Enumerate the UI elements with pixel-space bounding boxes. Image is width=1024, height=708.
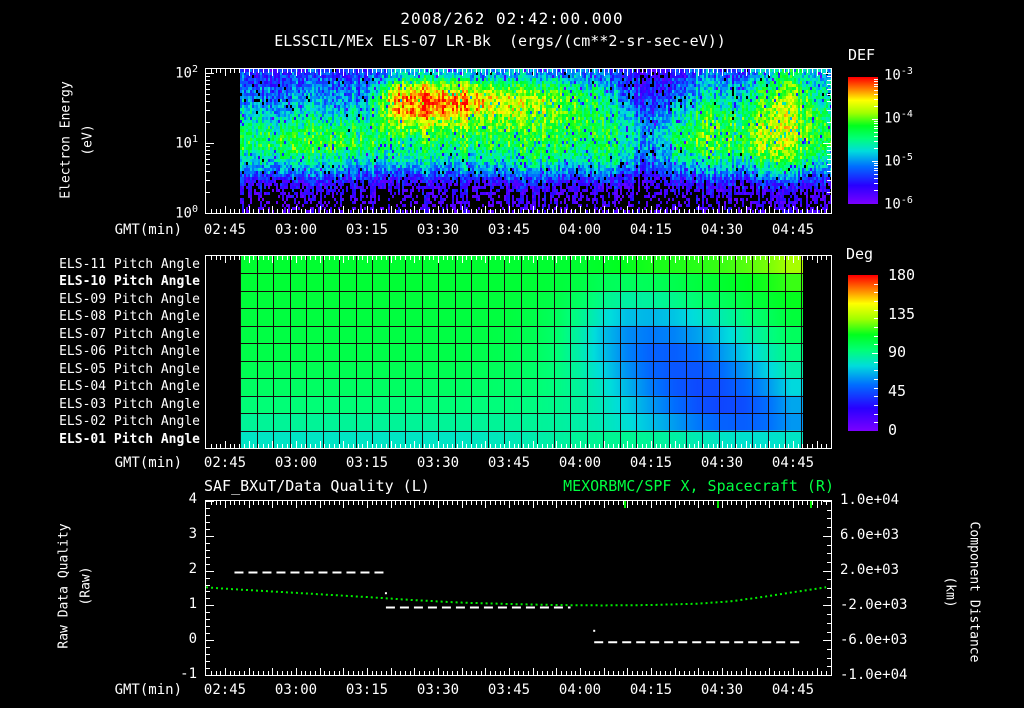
def-colorbar <box>848 77 878 204</box>
time-tick: 04:00 <box>558 682 602 698</box>
distance-tick-neg1e4: -1.0e+04 <box>840 667 908 683</box>
row-label-els11: ELS-11 Pitch Angle <box>59 257 200 272</box>
quality-plot-title-left: SAF_BXuT/Data Quality (L) <box>204 477 430 495</box>
time-tick: 04:15 <box>629 682 673 698</box>
quality-tick-1: 1 <box>188 596 197 612</box>
deg-tick-45: 45 <box>888 382 907 400</box>
quality-y-axis-label: Raw Data Quality <box>56 523 72 649</box>
time-tick: 04:30 <box>700 455 744 471</box>
row-label-els06: ELS-06 Pitch Angle <box>59 344 200 359</box>
time-tick: 04:30 <box>700 222 744 238</box>
quality-plot-title-right: MEXORBMC/SPF X, Spacecraft (R) <box>563 477 834 495</box>
deg-tick-0: 0 <box>888 421 898 439</box>
time-tick: 04:45 <box>771 682 815 698</box>
distance-tick-neg6e3: -6.0e+03 <box>840 632 908 648</box>
row-label-els05: ELS-05 Pitch Angle <box>59 362 200 377</box>
row-label-els09: ELS-09 Pitch Angle <box>59 292 200 307</box>
time-tick: 03:45 <box>487 455 531 471</box>
time-tick: 04:15 <box>629 222 673 238</box>
quality-tick-3: 3 <box>188 526 197 542</box>
distance-tick-6e3: 6.0e+03 <box>840 527 900 543</box>
time-tick: 02:45 <box>203 455 247 471</box>
spectrogram-y-axis-units: (eV) <box>80 124 96 156</box>
def-tick-1e-4: 10-4 <box>884 109 913 127</box>
time-tick: 03:45 <box>487 222 531 238</box>
gmt-axis-label: GMT(min) <box>114 455 182 471</box>
deg-tick-180: 180 <box>888 266 916 284</box>
time-tick: 04:45 <box>771 455 815 471</box>
time-tick: 03:15 <box>345 455 389 471</box>
energy-tick-100ev: 102 <box>175 64 198 82</box>
row-label-els08: ELS-08 Pitch Angle <box>59 309 200 324</box>
row-label-els07: ELS-07 Pitch Angle <box>59 327 200 342</box>
def-tick-1e-6: 10-6 <box>884 195 913 213</box>
row-label-els01: ELS-01 Pitch Angle <box>59 432 200 447</box>
row-label-els10: ELS-10 Pitch Angle <box>59 274 200 289</box>
spectrogram-y-axis-label: Electron Energy <box>58 81 74 199</box>
time-tick: 03:00 <box>274 682 318 698</box>
quality-tick-4: 4 <box>188 491 197 507</box>
time-tick: 04:00 <box>558 455 602 471</box>
time-tick: 03:15 <box>345 682 389 698</box>
time-tick: 04:30 <box>700 682 744 698</box>
row-label-els02: ELS-02 Pitch Angle <box>59 414 200 429</box>
deg-tick-90: 90 <box>888 343 907 361</box>
time-tick: 03:00 <box>274 455 318 471</box>
gmt-axis-label: GMT(min) <box>114 222 182 238</box>
deg-colorbar-title: Deg <box>846 245 874 263</box>
row-label-els03: ELS-03 Pitch Angle <box>59 397 200 412</box>
time-tick: 04:00 <box>558 222 602 238</box>
time-tick: 03:15 <box>345 222 389 238</box>
deg-colorbar <box>848 275 878 431</box>
page-title: 2008/262 02:42:00.000 <box>400 9 624 28</box>
plot-viewer-screen: 2008/262 02:42:00.000 ELSSCIL/MEx ELS-07… <box>0 0 1024 708</box>
gmt-axis-label: GMT(min) <box>114 682 182 698</box>
time-tick: 03:00 <box>274 222 318 238</box>
quality-tick-2: 2 <box>188 561 197 577</box>
deg-tick-135: 135 <box>888 305 916 323</box>
electron-energy-spectrogram[interactable] <box>205 68 832 214</box>
time-tick: 02:45 <box>203 682 247 698</box>
distance-y-axis-units: (km) <box>942 576 958 608</box>
time-tick: 04:45 <box>771 222 815 238</box>
time-tick: 03:45 <box>487 682 531 698</box>
energy-tick-1ev: 100 <box>175 204 198 222</box>
def-colorbar-title: DEF <box>848 46 876 64</box>
time-tick: 03:30 <box>416 222 460 238</box>
quality-tick-neg1: -1 <box>180 666 197 682</box>
time-tick: 04:15 <box>629 455 673 471</box>
def-tick-1e-5: 10-5 <box>884 152 913 170</box>
distance-y-axis-label: Component Distance <box>966 521 982 663</box>
distance-tick-1e4: 1.0e+04 <box>840 492 900 508</box>
def-tick-1e-3: 10-3 <box>884 66 913 84</box>
quality-tick-0: 0 <box>188 631 197 647</box>
distance-tick-neg2e3: -2.0e+03 <box>840 597 908 613</box>
time-tick: 03:30 <box>416 455 460 471</box>
row-label-els04: ELS-04 Pitch Angle <box>59 379 200 394</box>
quality-y-axis-units: (Raw) <box>78 566 94 606</box>
time-tick: 03:30 <box>416 682 460 698</box>
distance-tick-2e3: 2.0e+03 <box>840 562 900 578</box>
quality-and-distance-plot[interactable] <box>205 500 832 676</box>
time-tick: 02:45 <box>203 222 247 238</box>
pitch-angle-heatmap[interactable] <box>205 255 832 449</box>
energy-tick-10ev: 101 <box>175 134 198 152</box>
